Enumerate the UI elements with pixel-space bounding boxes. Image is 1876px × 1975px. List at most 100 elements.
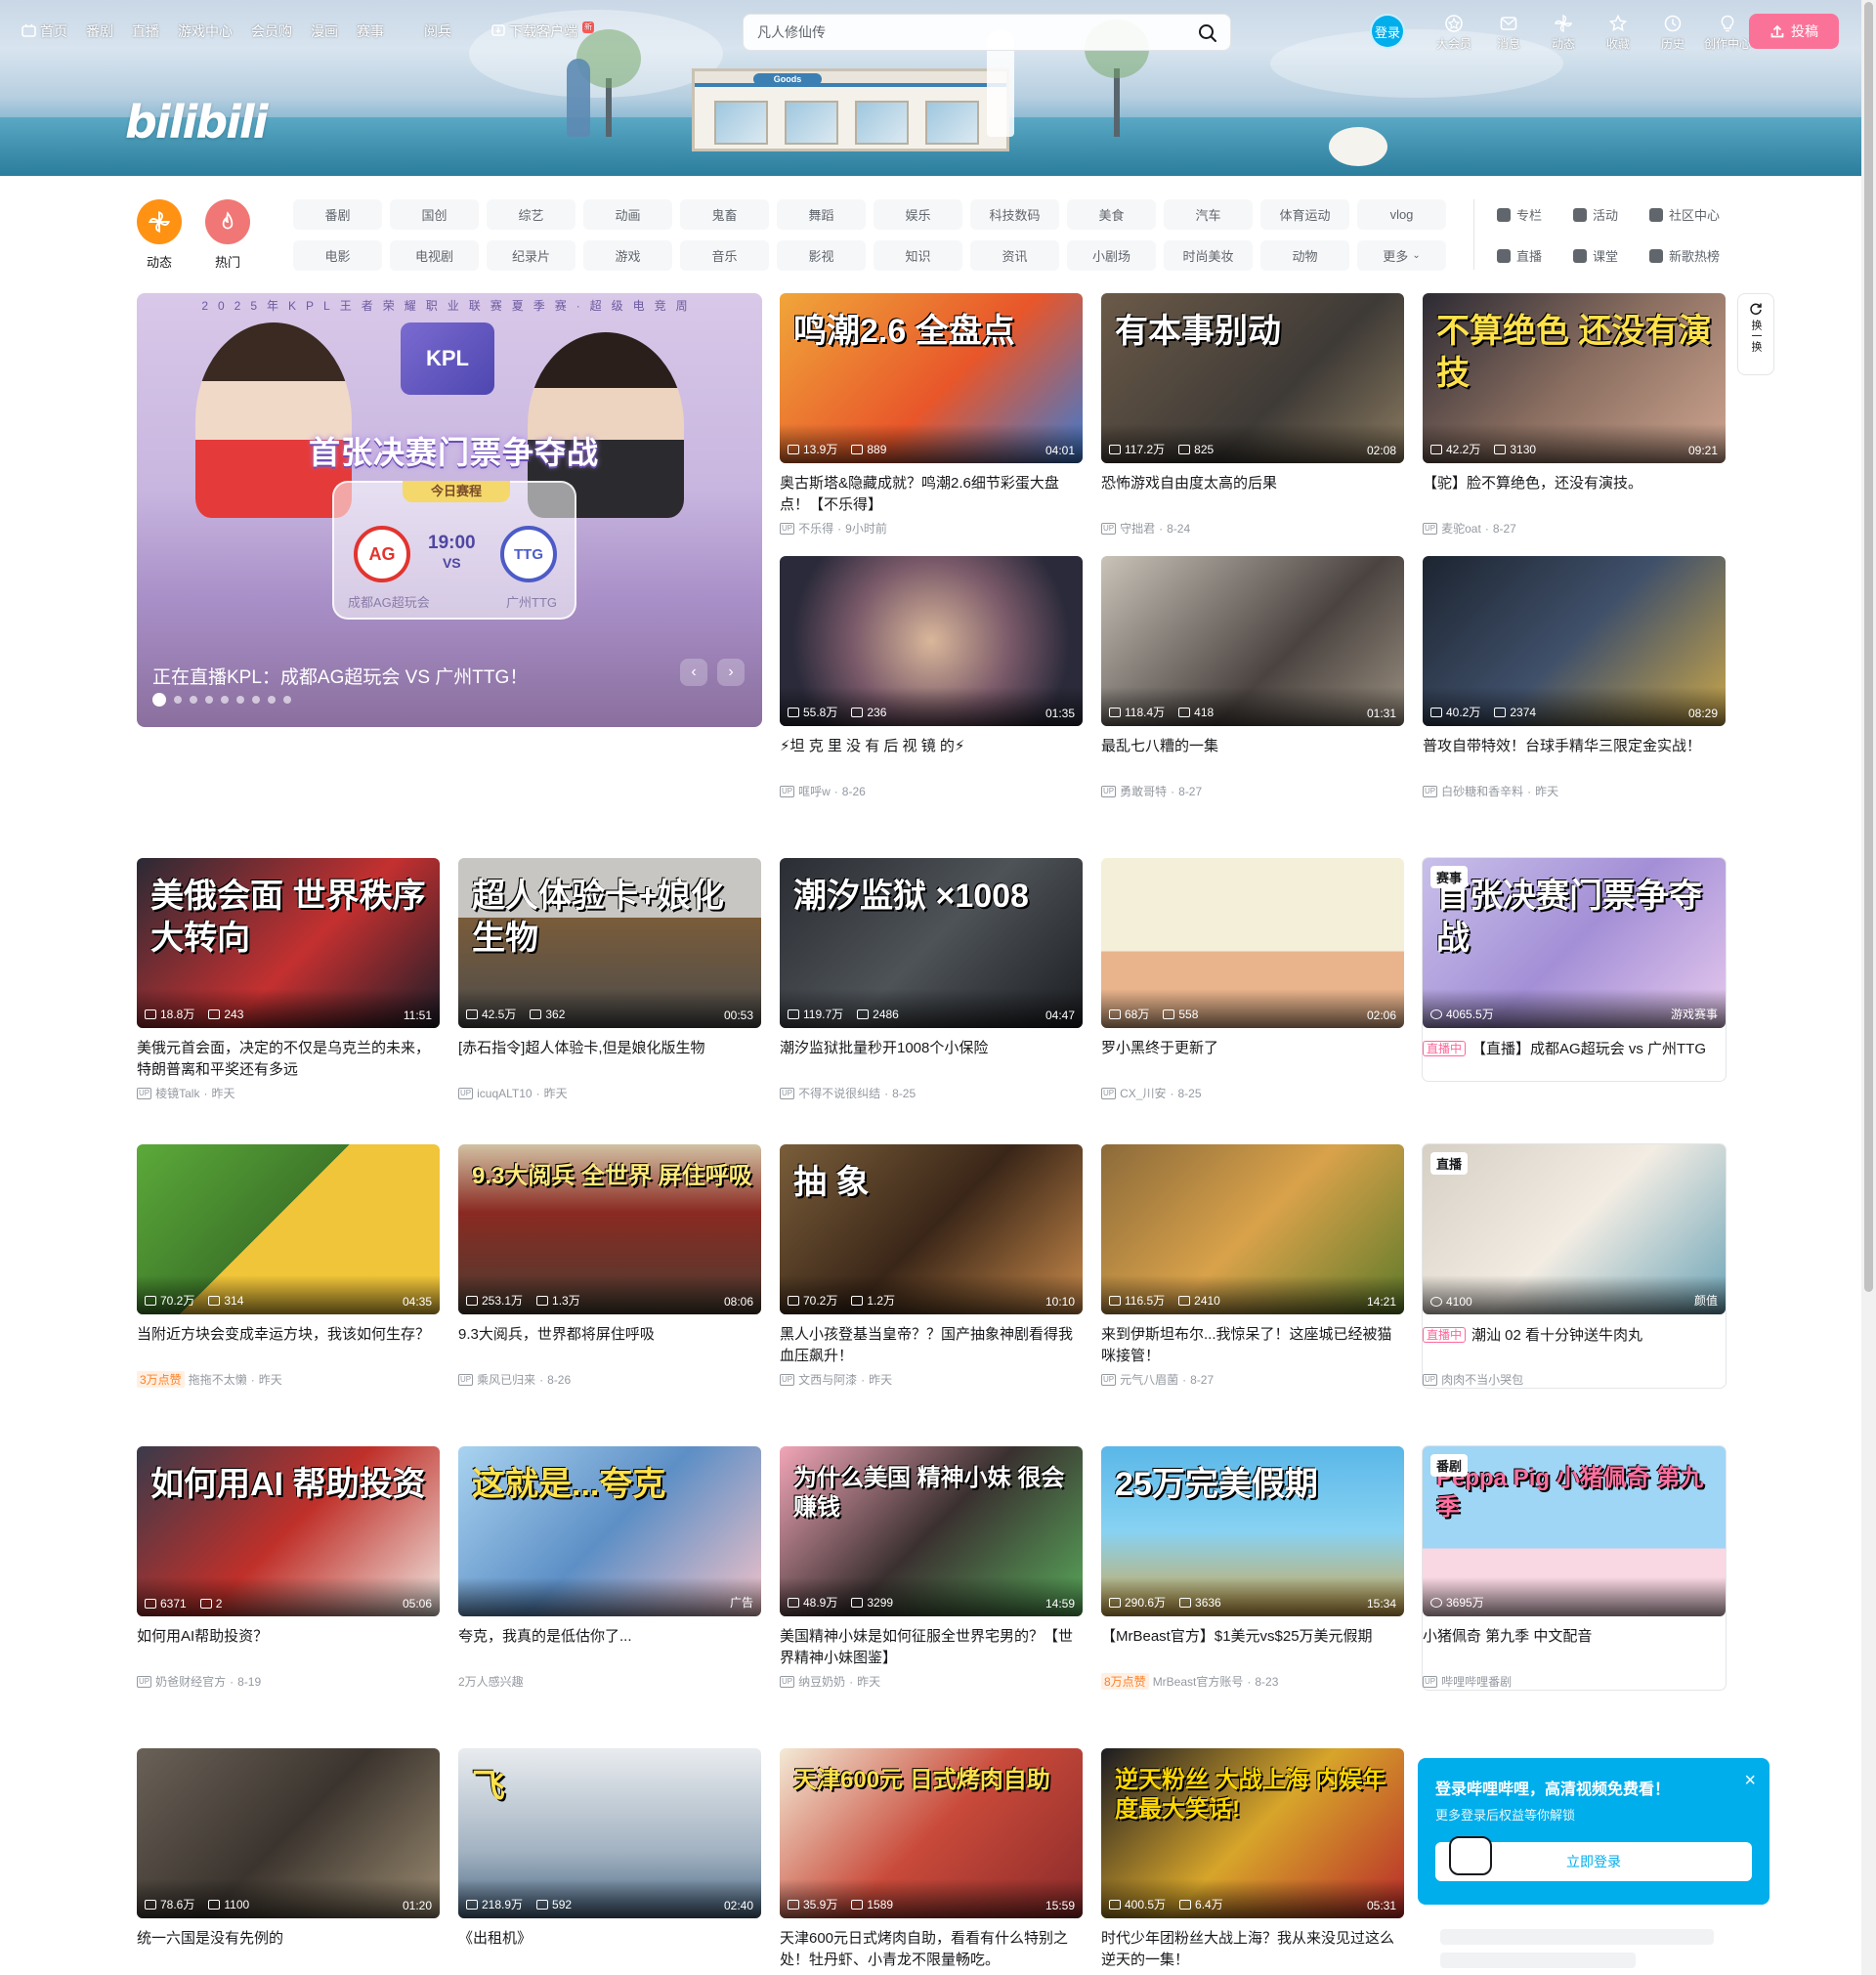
nav-manga[interactable]: 漫画: [311, 21, 338, 41]
nav-live[interactable]: 直播: [132, 21, 159, 41]
upload-button[interactable]: 投稿: [1749, 14, 1839, 49]
video-card[interactable]: 这就是...夸克 广告 夸克，我真的是低估你了... 2万人感兴趣: [458, 1446, 761, 1690]
channel-button[interactable]: 小剧场: [1067, 240, 1156, 271]
channel-button[interactable]: 科技数码: [970, 199, 1059, 230]
video-title[interactable]: 统一六国是没有先例的: [137, 1928, 440, 1971]
video-thumbnail[interactable]: 天津600元 日式烤肉自助 35.9万 1589 15:59: [780, 1748, 1083, 1918]
video-title[interactable]: 来到伊斯坦布尔...我惊呆了！这座城已经被猫咪接管！: [1101, 1324, 1404, 1367]
author-name[interactable]: 纳豆奶奶: [798, 1673, 845, 1690]
channel-more-button[interactable]: 更多 ⌄: [1357, 240, 1446, 271]
nav-game-center[interactable]: 游戏中心: [178, 21, 233, 41]
video-card[interactable]: Peppa Pig 小猪佩奇 第九季 番剧 3695万 小猪佩奇 第九季 中文配音 UP…: [1423, 1446, 1726, 1690]
search-bar[interactable]: [743, 14, 1231, 51]
search-input[interactable]: [744, 18, 1173, 47]
channel-live[interactable]: 直播: [1497, 246, 1542, 265]
video-card[interactable]: 天津600元 日式烤肉自助 35.9万 1589 15:59 天津600元日式烤肉自助，…: [780, 1748, 1083, 1971]
video-card[interactable]: 逆天粉丝 大战上海 内娱年度最大笑话! 400.5万 6.4万 05:31 时代少年团粉…: [1101, 1748, 1404, 1971]
video-thumbnail[interactable]: 55.8万 236 01:35: [780, 556, 1083, 726]
video-title[interactable]: 黑人小孩登基当皇帝？？国产抽象神剧看得我血压飙升！: [780, 1324, 1083, 1367]
video-title[interactable]: 小猪佩奇 第九季 中文配音: [1423, 1626, 1726, 1669]
carousel-prev-button[interactable]: ‹: [680, 659, 707, 686]
nav-message[interactable]: 消息: [1481, 10, 1536, 52]
carousel-dot[interactable]: [283, 696, 291, 704]
video-card[interactable]: 潮汐监狱 ×1008 119.7万 2486 04:47 潮汐监狱批量秒开1008个小保…: [780, 858, 1083, 1101]
video-card[interactable]: 25万完美假期 290.6万 3636 15:34 【MrBeast官方】$1美元vs$…: [1101, 1446, 1404, 1690]
nav-mall[interactable]: 会员购: [251, 21, 292, 41]
video-card[interactable]: 超人体验卡+娘化生物 42.5万 362 00:53 [赤石指令]超人体验卡,但是娘化版…: [458, 858, 761, 1101]
video-title[interactable]: 潮汐监狱批量秒开1008个小保险: [780, 1038, 1083, 1081]
channel-button[interactable]: 电影: [293, 240, 382, 271]
nav-home[interactable]: 首页: [21, 21, 67, 41]
channel-hot[interactable]: 热门: [205, 199, 250, 271]
carousel-dot[interactable]: [205, 696, 213, 704]
video-card[interactable]: 55.8万 236 01:35 ⚡坦 克 里 没 有 后 视 镜 的⚡ UP 哐呼w · 8-…: [780, 556, 1083, 799]
channel-button[interactable]: vlog: [1357, 199, 1446, 230]
video-title[interactable]: 天津600元日式烤肉自助，看看有什么特别之处！牡丹虾、小青龙不限量畅吃。: [780, 1928, 1083, 1971]
video-card[interactable]: 抽 象 70.2万 1.2万 10:10 黑人小孩登基当皇帝？？国产抽象神剧看得我血压飙…: [780, 1144, 1083, 1388]
video-title[interactable]: 罗小黑终于更新了: [1101, 1038, 1404, 1081]
channel-button[interactable]: 影视: [777, 240, 866, 271]
nav-download-client[interactable]: 下载客户端 新: [491, 21, 594, 41]
channel-button[interactable]: 资讯: [970, 240, 1059, 271]
search-icon[interactable]: [1197, 22, 1218, 44]
video-thumbnail[interactable]: 直播 4100 颜值: [1423, 1144, 1726, 1314]
video-thumbnail[interactable]: 超人体验卡+娘化生物 42.5万 362 00:53: [458, 858, 761, 1028]
video-card[interactable]: 首张决赛门票争夺战 赛事 4065.5万 游戏赛事 直播中 【直播】成都AG超玩会 vs …: [1423, 858, 1726, 1081]
nav-history[interactable]: 历史: [1645, 10, 1700, 52]
video-card[interactable]: 9.3大阅兵 全世界 屏住呼吸 253.1万 1.3万 08:06 9.3大阅兵，世界都…: [458, 1144, 761, 1388]
video-thumbnail[interactable]: 70.2万 314 04:35: [137, 1144, 440, 1314]
refresh-button[interactable]: 换一换: [1737, 293, 1774, 375]
author-name[interactable]: 拖拖不太懒: [189, 1371, 247, 1388]
channel-button[interactable]: 音乐: [680, 240, 769, 271]
channel-community[interactable]: 社区中心: [1649, 205, 1720, 224]
video-title[interactable]: 恐怖游戏自由度太高的后果: [1101, 473, 1404, 516]
carousel-caption[interactable]: 正在直播KPL：成都AG超玩会 VS 广州TTG！: [152, 663, 528, 689]
author-name[interactable]: icuqALT10: [477, 1087, 532, 1100]
video-thumbnail[interactable]: 118.4万 418 01:31: [1101, 556, 1404, 726]
nav-creator-center[interactable]: 创作中心: [1700, 10, 1755, 52]
channel-button[interactable]: 鬼畜: [680, 199, 769, 230]
video-title[interactable]: 奥古斯塔&隐藏成就？鸣潮2.6细节彩蛋大盘点！【不乐得】: [780, 473, 1083, 516]
video-card[interactable]: 116.5万 2410 14:21 来到伊斯坦布尔...我惊呆了！这座城已经被猫咪接管…: [1101, 1144, 1404, 1388]
author-name[interactable]: 守拙君: [1120, 520, 1155, 537]
video-title[interactable]: 美国精神小妹是如何征服全世界宅男的？【世界精神小妹图鉴】: [780, 1626, 1083, 1669]
nav-dynamic[interactable]: 动态: [1536, 10, 1591, 52]
video-title[interactable]: 【MrBeast官方】$1美元vs$25万美元假期: [1101, 1626, 1404, 1669]
video-title[interactable]: 【驼】脸不算绝色，还没有演技。: [1423, 473, 1726, 516]
video-title[interactable]: [赤石指令]超人体验卡,但是娘化版生物: [458, 1038, 761, 1081]
video-card[interactable]: 118.4万 418 01:31 最乱七八糟的一集 UP 勇敢哥特 · 8-27: [1101, 556, 1404, 799]
page-scrollbar[interactable]: [1861, 0, 1876, 1975]
video-title[interactable]: 美俄元首会面，决定的不仅是乌克兰的未来，特朗普离和平奖还有多远: [137, 1038, 440, 1081]
author-name[interactable]: 乘风已归来: [477, 1371, 535, 1388]
video-thumbnail[interactable]: 如何用AI 帮助投资 6371 2 05:06: [137, 1446, 440, 1616]
nav-favorites[interactable]: 收藏: [1591, 10, 1645, 52]
carousel-dot[interactable]: [236, 696, 244, 704]
hero-carousel[interactable]: 2025年KPL王者荣耀职业联赛夏季赛·超级电竞周 KPL 首张决赛门票争夺战 …: [137, 293, 762, 727]
channel-column[interactable]: 专栏: [1497, 205, 1542, 224]
video-thumbnail[interactable]: 有本事别动 117.2万 825 02:08: [1101, 293, 1404, 463]
video-thumbnail[interactable]: 逆天粉丝 大战上海 内娱年度最大笑话! 400.5万 6.4万 05:31: [1101, 1748, 1404, 1918]
channel-button[interactable]: 时尚美妆: [1164, 240, 1253, 271]
video-card[interactable]: 直播 4100 颜值 直播中 潮汕 02 看十分钟送牛肉丸 UP 肉肉不当小哭包: [1423, 1144, 1726, 1388]
channel-button[interactable]: 综艺: [487, 199, 576, 230]
carousel-dot[interactable]: [190, 696, 197, 704]
channel-button[interactable]: 舞蹈: [777, 199, 866, 230]
video-title[interactable]: 直播中 潮汕 02 看十分钟送牛肉丸: [1423, 1324, 1726, 1367]
video-title[interactable]: ⚡坦 克 里 没 有 后 视 镜 的⚡: [780, 736, 1083, 779]
video-thumbnail[interactable]: 9.3大阅兵 全世界 屏住呼吸 253.1万 1.3万 08:06: [458, 1144, 761, 1314]
video-thumbnail[interactable]: 不算绝色 还没有演技 42.2万 3130 09:21: [1423, 293, 1726, 463]
channel-button[interactable]: 电视剧: [390, 240, 479, 271]
video-card[interactable]: 如何用AI 帮助投资 6371 2 05:06 如何用AI帮助投资？ UP 奶爸财经官方 · 8…: [137, 1446, 440, 1690]
video-card[interactable]: 68万 558 02:06 罗小黑终于更新了 UP CX_川安 · 8-25: [1101, 858, 1404, 1101]
channel-button[interactable]: 娱乐: [874, 199, 962, 230]
video-title[interactable]: 时代少年团粉丝大战上海？我从来没见过这么逆天的一集！: [1101, 1928, 1404, 1971]
video-thumbnail[interactable]: 68万 558 02:06: [1101, 858, 1404, 1028]
carousel-dot[interactable]: [221, 696, 229, 704]
video-card[interactable]: 飞 218.9万 592 02:40 《出租机》: [458, 1748, 761, 1971]
video-thumbnail[interactable]: 美俄会面 世界秩序大转向 18.8万 243 11:51: [137, 858, 440, 1028]
channel-button[interactable]: 游戏: [583, 240, 672, 271]
close-icon[interactable]: ×: [1744, 1770, 1756, 1792]
video-thumbnail[interactable]: 飞 218.9万 592 02:40: [458, 1748, 761, 1918]
video-card[interactable]: 有本事别动 117.2万 825 02:08 恐怖游戏自由度太高的后果 UP 守拙君 · 8-2…: [1101, 293, 1404, 537]
video-card[interactable]: 不算绝色 还没有演技 42.2万 3130 09:21 【驼】脸不算绝色，还没有演技。 U…: [1423, 293, 1726, 537]
